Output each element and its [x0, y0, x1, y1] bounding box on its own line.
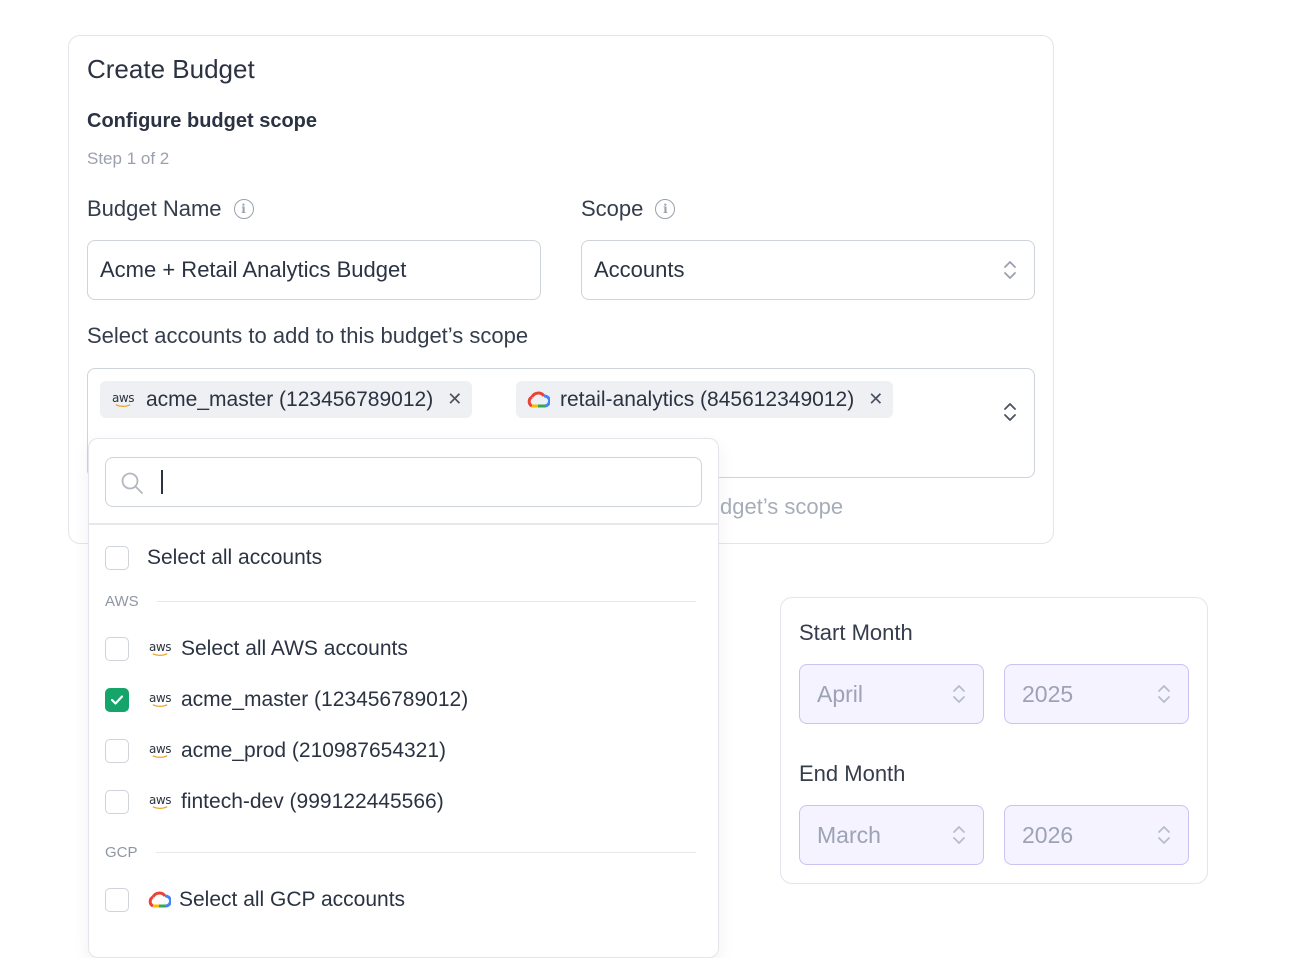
checkbox-checked[interactable] — [105, 688, 129, 712]
search-input[interactable] — [105, 457, 702, 507]
budget-name-input[interactable]: Acme + Retail Analytics Budget — [87, 240, 541, 300]
start-month-label: Start Month — [799, 620, 913, 645]
aws-icon: aws — [149, 793, 171, 810]
scope-select[interactable]: Accounts — [581, 240, 1035, 300]
info-icon[interactable]: i — [655, 199, 676, 219]
chevron-updown-icon — [1004, 261, 1016, 279]
page-title: Create Budget — [87, 54, 255, 84]
list-item[interactable]: aws fintech-dev (999122445566) — [105, 790, 444, 814]
divider — [89, 523, 718, 525]
scope-label: Scope i — [581, 196, 676, 222]
remove-chip-icon[interactable]: ✕ — [447, 389, 462, 410]
list-item[interactable]: aws Select all AWS accounts — [105, 637, 408, 661]
start-month-select[interactable]: April — [799, 664, 984, 724]
chevron-updown-icon — [1158, 685, 1170, 703]
checkbox[interactable] — [105, 739, 129, 763]
aws-icon: aws — [112, 390, 134, 407]
checkbox[interactable] — [105, 637, 129, 661]
checkbox[interactable] — [105, 888, 129, 912]
remove-chip-icon[interactable]: ✕ — [868, 389, 883, 410]
list-item[interactable]: Select all GCP accounts — [105, 888, 405, 912]
chevron-updown-icon — [953, 685, 965, 703]
chevron-updown-icon — [1004, 403, 1016, 421]
start-year-select[interactable]: 2025 — [1004, 664, 1189, 724]
list-item[interactable]: aws acme_master (123456789012) — [105, 688, 468, 712]
chevron-updown-icon — [953, 826, 965, 844]
check-icon — [110, 695, 124, 705]
checkbox[interactable] — [105, 546, 129, 570]
end-year-select[interactable]: 2026 — [1004, 805, 1189, 865]
chevron-updown-icon — [1158, 826, 1170, 844]
account-chip: aws acme_master (123456789012) ✕ — [100, 381, 473, 418]
budget-name-label: Budget Name i — [87, 196, 254, 222]
text-cursor — [161, 470, 163, 494]
section-subtitle: Configure budget scope — [87, 110, 317, 132]
end-month-select[interactable]: March — [799, 805, 984, 865]
end-month-label: End Month — [799, 761, 906, 786]
accounts-label: Select accounts to add to this budget’s … — [87, 323, 529, 348]
aws-icon: aws — [149, 640, 171, 657]
aws-icon: aws — [149, 691, 171, 708]
account-chip: retail-analytics (845612349012) ✕ — [516, 381, 894, 418]
info-icon[interactable]: i — [233, 199, 254, 219]
list-item[interactable]: aws acme_prod (210987654321) — [105, 739, 446, 763]
accounts-dropdown: Select all accounts AWS aws Select all A… — [88, 438, 719, 958]
gcp-icon — [148, 891, 171, 908]
select-all-accounts-option[interactable]: Select all accounts — [105, 546, 322, 570]
helper-text: dget’s scope — [720, 494, 844, 519]
checkbox[interactable] — [105, 790, 129, 814]
group-header-gcp: GCP — [105, 844, 696, 861]
aws-icon: aws — [149, 742, 171, 759]
group-header-aws: AWS — [105, 593, 696, 610]
step-indicator: Step 1 of 2 — [87, 149, 170, 168]
search-icon — [121, 472, 143, 494]
gcp-icon — [527, 391, 550, 407]
